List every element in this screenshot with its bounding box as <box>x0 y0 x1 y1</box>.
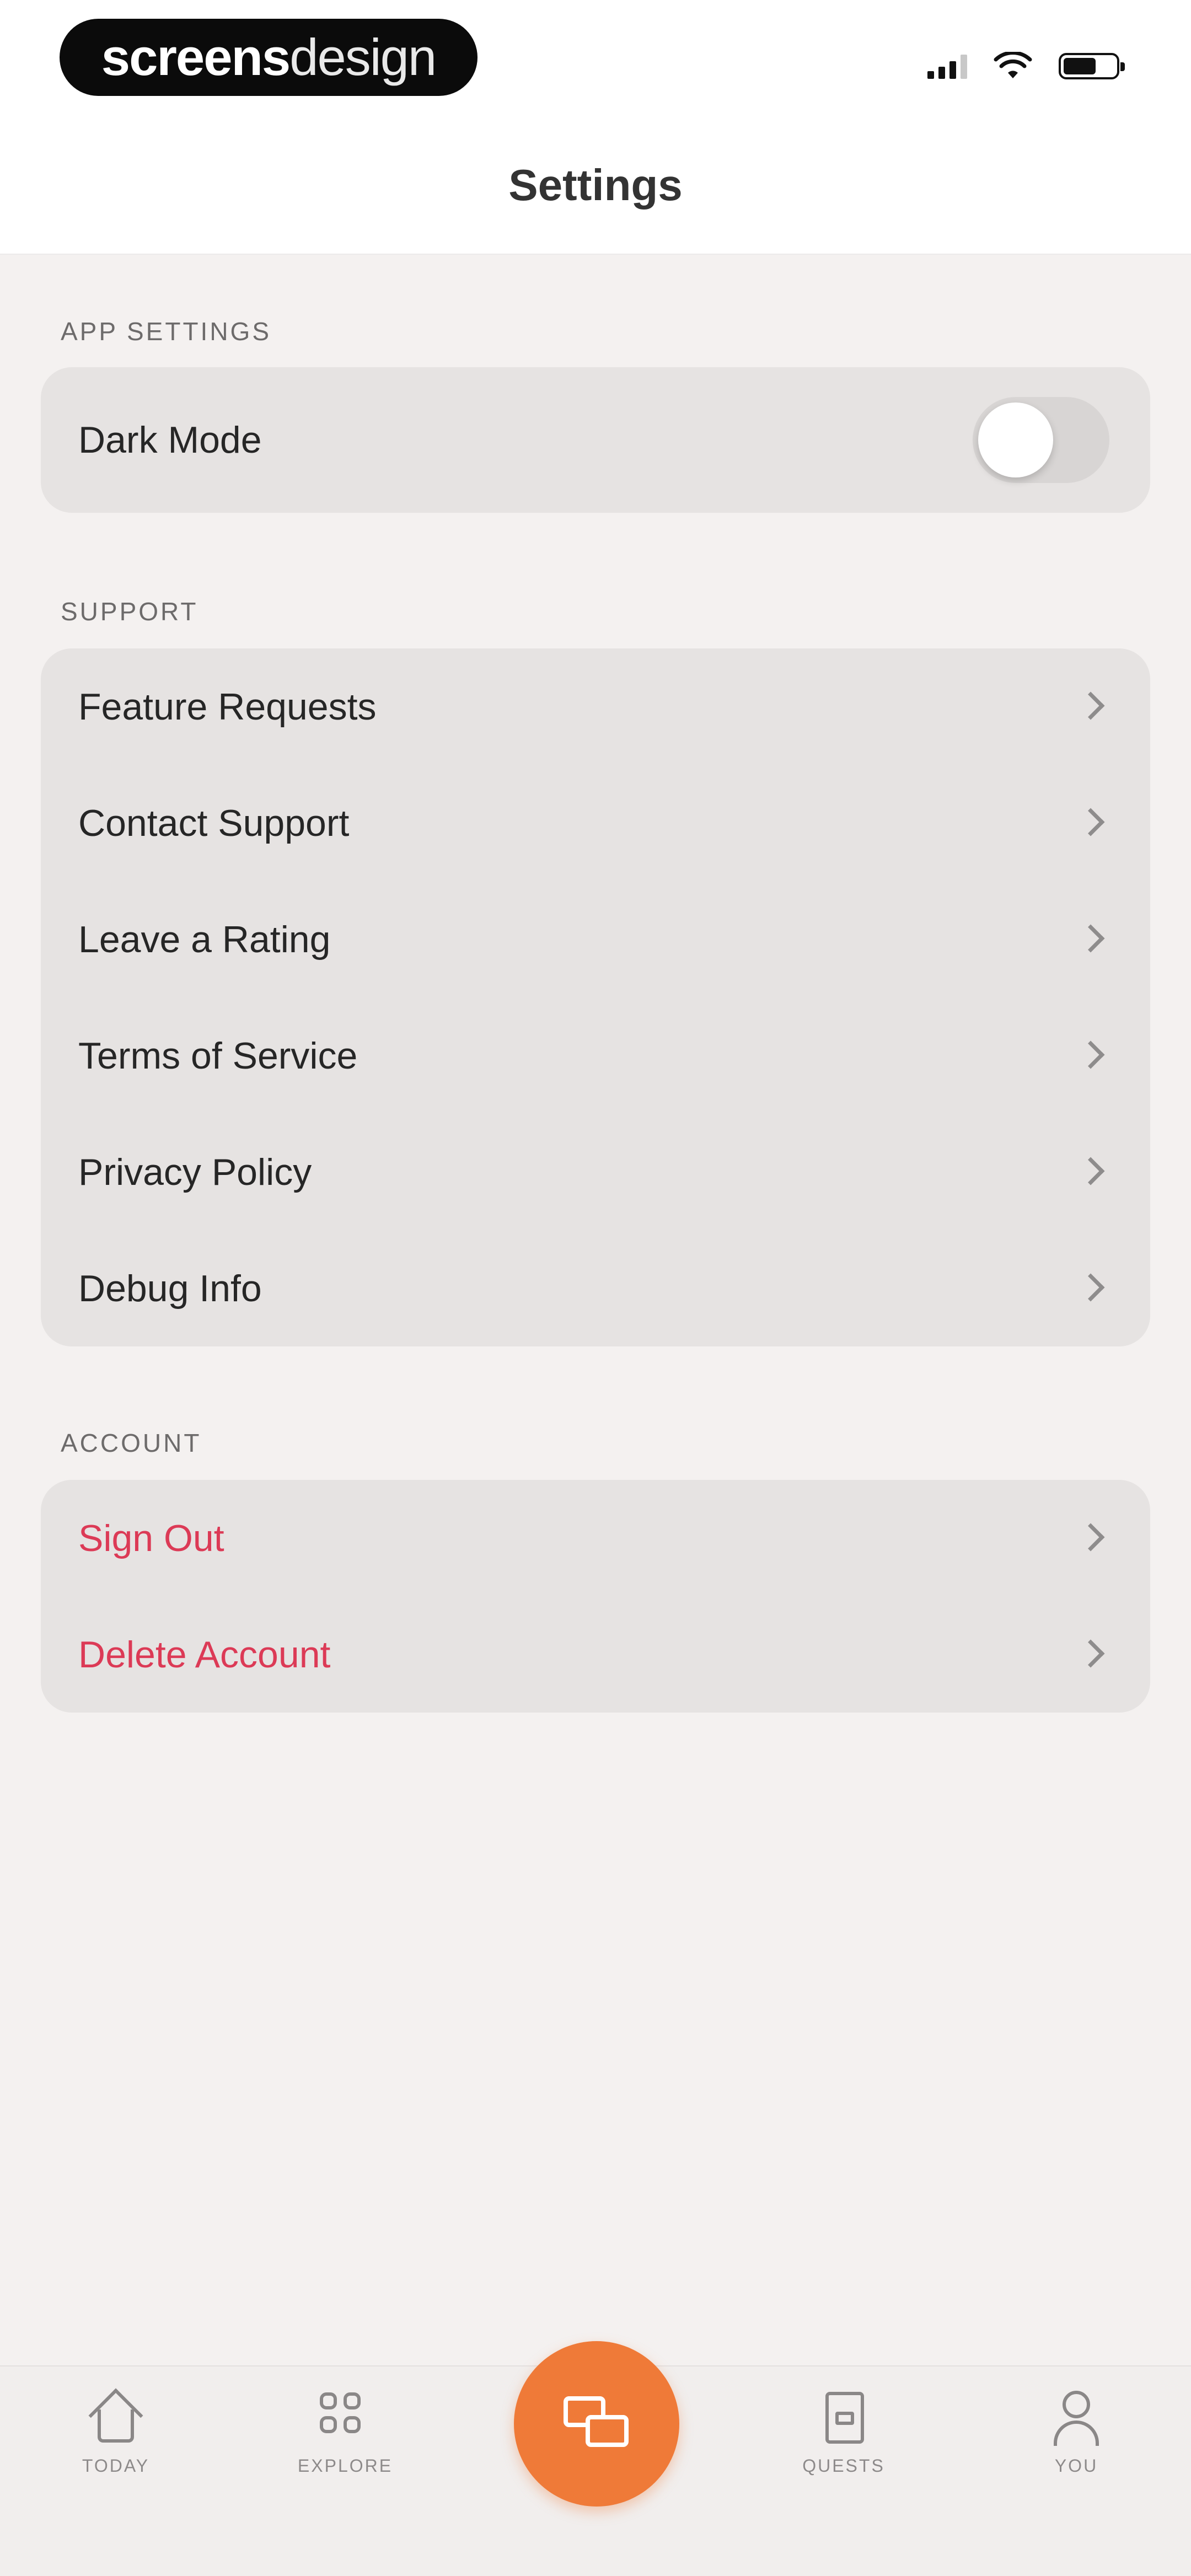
page-title: Settings <box>508 160 683 210</box>
delete-account-button[interactable]: Delete Account <box>41 1596 1150 1713</box>
tab-label: QUESTS <box>802 2456 885 2476</box>
menu-item-leave-a-rating[interactable]: Leave a Rating <box>41 881 1150 997</box>
tab-label: EXPLORE <box>297 2456 393 2476</box>
sign-out-button[interactable]: Sign Out <box>41 1480 1150 1596</box>
chevron-right-icon <box>1076 1523 1105 1551</box>
menu-item-debug-info[interactable]: Debug Info <box>41 1230 1150 1346</box>
grid-icon <box>315 2387 375 2448</box>
tab-label: TODAY <box>82 2456 150 2476</box>
chat-icon <box>564 2396 630 2451</box>
tab-label: YOU <box>1054 2456 1098 2476</box>
chevron-right-icon <box>1076 808 1105 836</box>
scroll-icon <box>813 2387 874 2448</box>
wifi-icon <box>994 52 1032 78</box>
dark-mode-row: Dark Mode <box>41 367 1150 513</box>
chevron-right-icon <box>1076 1040 1105 1069</box>
menu-item-label: Terms of Service <box>78 1034 358 1077</box>
status-icons <box>927 50 1125 83</box>
support-card: Feature Requests Contact Support Leave a… <box>41 648 1150 1346</box>
menu-item-terms-of-service[interactable]: Terms of Service <box>41 997 1150 1114</box>
dark-mode-label: Dark Mode <box>78 419 262 461</box>
brand-bold-text: screens <box>101 28 291 86</box>
menu-item-contact-support[interactable]: Contact Support <box>41 765 1150 881</box>
dark-mode-toggle[interactable] <box>973 397 1109 483</box>
chevron-right-icon <box>1076 1273 1105 1301</box>
section-label-account: ACCOUNT <box>61 1429 202 1457</box>
toggle-knob <box>978 402 1053 477</box>
battery-icon <box>1059 53 1125 79</box>
brand-light-text: design <box>289 28 437 86</box>
tab-quests[interactable]: QUESTS <box>777 2387 910 2476</box>
app-settings-card: Dark Mode <box>41 367 1150 513</box>
cellular-signal-icon <box>927 53 967 79</box>
menu-item-label: Sign Out <box>78 1517 224 1559</box>
menu-item-label: Privacy Policy <box>78 1151 312 1193</box>
chat-action-button[interactable] <box>514 2341 679 2507</box>
menu-item-feature-requests[interactable]: Feature Requests <box>41 648 1150 765</box>
section-label-app-settings: APP SETTINGS <box>61 317 272 346</box>
section-label-support: SUPPORT <box>61 597 198 626</box>
menu-item-label: Leave a Rating <box>78 918 331 960</box>
tab-you[interactable]: YOU <box>1010 2387 1142 2476</box>
chevron-right-icon <box>1076 924 1105 952</box>
menu-item-label: Debug Info <box>78 1267 262 1310</box>
menu-item-label: Delete Account <box>78 1633 331 1676</box>
tab-explore[interactable]: EXPLORE <box>279 2387 411 2476</box>
chevron-right-icon <box>1076 691 1105 720</box>
tab-today[interactable]: TODAY <box>50 2387 182 2476</box>
menu-item-label: Contact Support <box>78 802 350 844</box>
brand-badge: screensdesign <box>60 19 478 96</box>
status-bar: screensdesign <box>0 0 1191 127</box>
home-icon <box>85 2387 146 2448</box>
menu-item-label: Feature Requests <box>78 685 377 728</box>
menu-item-privacy-policy[interactable]: Privacy Policy <box>41 1114 1150 1230</box>
account-card: Sign Out Delete Account <box>41 1480 1150 1713</box>
chevron-right-icon <box>1076 1157 1105 1185</box>
chevron-right-icon <box>1076 1639 1105 1667</box>
person-icon <box>1046 2387 1107 2448</box>
